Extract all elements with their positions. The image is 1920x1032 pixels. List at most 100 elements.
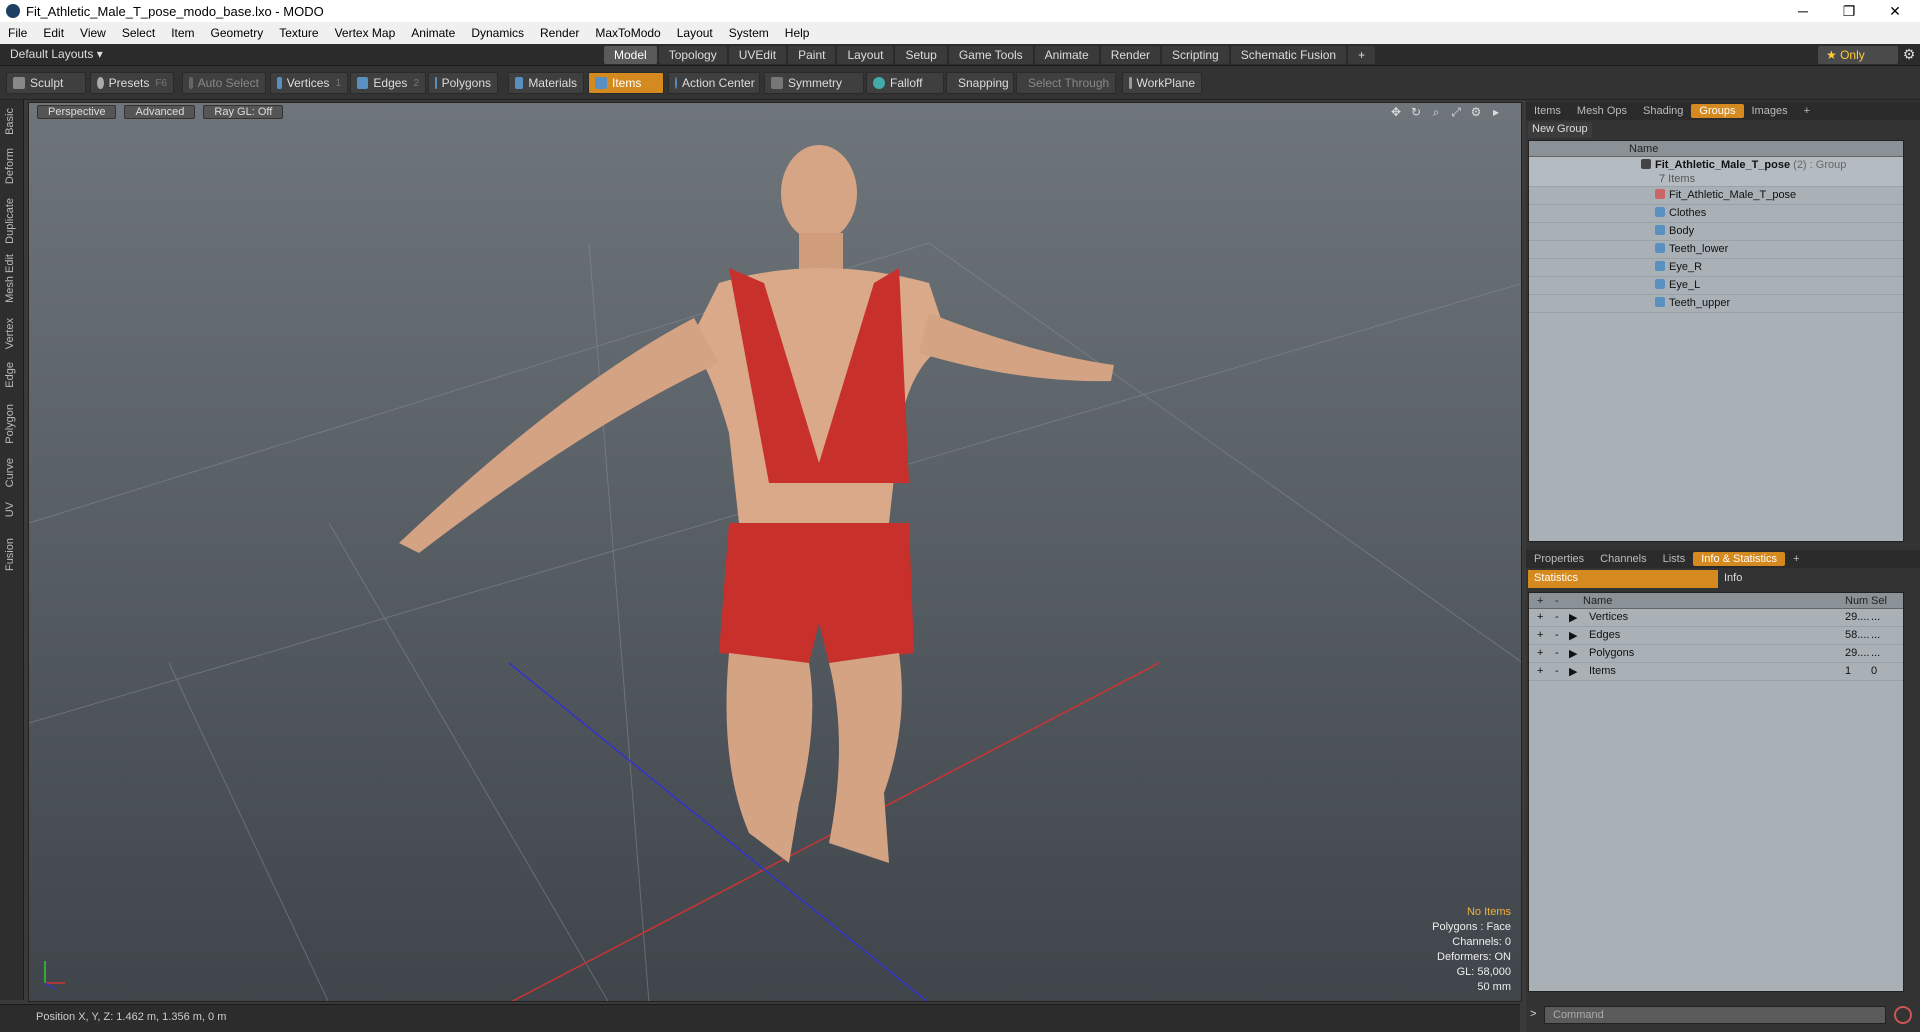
- collapse-minus-icon[interactable]: -: [1555, 665, 1559, 677]
- tree-item-row[interactable]: Eye_R: [1529, 259, 1903, 277]
- tab-images[interactable]: Images: [1744, 104, 1796, 118]
- menu-file[interactable]: File: [0, 26, 35, 40]
- tab-curve[interactable]: Curve: [4, 458, 16, 487]
- symmetry-button[interactable]: Symmetry: [764, 72, 864, 94]
- tree-item-row[interactable]: Teeth_upper: [1529, 295, 1903, 313]
- menu-view[interactable]: View: [72, 26, 114, 40]
- triangle-right-icon[interactable]: ▶: [1569, 629, 1577, 642]
- polygons-button[interactable]: Polygons: [428, 72, 498, 94]
- command-input[interactable]: Command: [1544, 1006, 1886, 1024]
- expand-plus-icon[interactable]: +: [1537, 665, 1543, 677]
- action-center-button[interactable]: Action Center: [668, 72, 760, 94]
- stats-row-vertices[interactable]: + - ▶ Vertices 29.... ...: [1529, 609, 1903, 627]
- new-group-button[interactable]: New Group: [1528, 122, 1592, 138]
- tab-mesh-edit[interactable]: Mesh Edit: [4, 254, 16, 303]
- tab-channels[interactable]: Channels: [1592, 552, 1654, 566]
- tab-render[interactable]: Render: [1100, 46, 1161, 64]
- statistics-tab[interactable]: Statistics: [1528, 570, 1718, 588]
- add-tab-button[interactable]: +: [1348, 46, 1376, 64]
- tab-groups[interactable]: Groups: [1691, 104, 1744, 118]
- tab-basic[interactable]: Basic: [4, 108, 16, 135]
- falloff-button[interactable]: Falloff: [866, 72, 944, 94]
- tab-polygon[interactable]: Polygon: [4, 404, 16, 444]
- triangle-right-icon[interactable]: ▶: [1569, 611, 1577, 624]
- tab-scripting[interactable]: Scripting: [1162, 46, 1229, 64]
- tab-vertex[interactable]: Vertex: [4, 318, 16, 349]
- tree-item-row[interactable]: Eye_L: [1529, 277, 1903, 295]
- tab-info-statistics[interactable]: Info & Statistics: [1693, 552, 1786, 566]
- presets-button[interactable]: Presets F6: [90, 72, 174, 94]
- menu-help[interactable]: Help: [777, 26, 818, 40]
- only-button[interactable]: ★ Only: [1818, 46, 1898, 64]
- materials-button[interactable]: Materials: [508, 72, 584, 94]
- triangle-right-icon[interactable]: ▶: [1569, 647, 1577, 660]
- add-bottom-tab-button[interactable]: +: [1785, 552, 1807, 566]
- menu-render[interactable]: Render: [532, 26, 587, 40]
- menu-vertex-map[interactable]: Vertex Map: [327, 26, 404, 40]
- collapse-minus-icon[interactable]: -: [1555, 629, 1559, 641]
- menu-texture[interactable]: Texture: [271, 26, 326, 40]
- collapse-minus-icon[interactable]: -: [1555, 647, 1559, 659]
- menu-animate[interactable]: Animate: [403, 26, 463, 40]
- layouts-dropdown[interactable]: Default Layouts ▾: [10, 47, 103, 61]
- triangle-right-icon[interactable]: ▶: [1569, 665, 1577, 678]
- tab-paint[interactable]: Paint: [788, 46, 836, 64]
- record-icon[interactable]: [1894, 1006, 1912, 1024]
- edges-button[interactable]: Edges 2: [350, 72, 426, 94]
- tab-items[interactable]: Items: [1526, 104, 1569, 118]
- tab-mesh-ops[interactable]: Mesh Ops: [1569, 104, 1635, 118]
- tab-edge[interactable]: Edge: [4, 362, 16, 388]
- tab-uv[interactable]: UV: [4, 502, 16, 517]
- tree-group-row[interactable]: Fit_Athletic_Male_T_pose (2) : Group 7 I…: [1529, 157, 1903, 187]
- tree-item-row[interactable]: Teeth_lower: [1529, 241, 1903, 259]
- 3d-viewport[interactable]: Perspective Advanced Ray GL: Off ✥ ↻ ⌕ ⤢…: [28, 102, 1522, 1002]
- stats-row-items[interactable]: + - ▶ Items 1 0: [1529, 663, 1903, 681]
- tree-item-row[interactable]: Body: [1529, 223, 1903, 241]
- vertices-button[interactable]: Vertices 1: [270, 72, 348, 94]
- menu-item[interactable]: Item: [163, 26, 202, 40]
- menu-system[interactable]: System: [721, 26, 777, 40]
- tab-layout[interactable]: Layout: [837, 46, 894, 64]
- menu-geometry[interactable]: Geometry: [203, 26, 272, 40]
- tab-uvedit[interactable]: UVEdit: [728, 46, 787, 64]
- no-items-label: No Items: [1466, 906, 1511, 918]
- expand-plus-icon[interactable]: +: [1537, 629, 1543, 641]
- select-through-button[interactable]: Select Through: [1016, 72, 1116, 94]
- tree-item-row[interactable]: Clothes: [1529, 205, 1903, 223]
- auto-select-button[interactable]: Auto Select: [182, 72, 266, 94]
- tab-schematic-fusion[interactable]: Schematic Fusion: [1230, 46, 1347, 64]
- menu-dynamics[interactable]: Dynamics: [463, 26, 532, 40]
- menu-edit[interactable]: Edit: [35, 26, 72, 40]
- tab-shading[interactable]: Shading: [1635, 104, 1691, 118]
- sculpt-button[interactable]: Sculpt: [6, 72, 86, 94]
- snapping-button[interactable]: Snapping: [946, 72, 1014, 94]
- tab-properties[interactable]: Properties: [1526, 552, 1592, 566]
- tab-lists[interactable]: Lists: [1655, 552, 1694, 566]
- expand-plus-icon[interactable]: +: [1537, 647, 1543, 659]
- tab-topology[interactable]: Topology: [658, 46, 727, 64]
- tab-game-tools[interactable]: Game Tools: [948, 46, 1033, 64]
- maximize-button[interactable]: ❐: [1826, 0, 1872, 22]
- tab-fusion[interactable]: Fusion: [4, 538, 16, 571]
- tab-deform[interactable]: Deform: [4, 148, 16, 184]
- stats-row-polygons[interactable]: + - ▶ Polygons 29.... ...: [1529, 645, 1903, 663]
- items-button[interactable]: Items: [588, 72, 664, 94]
- gear-icon[interactable]: ⚙: [1900, 46, 1918, 64]
- expand-plus-icon[interactable]: +: [1537, 611, 1543, 623]
- tab-model[interactable]: Model: [604, 46, 657, 64]
- add-panel-tab-button[interactable]: +: [1796, 104, 1818, 118]
- minimize-button[interactable]: ─: [1780, 0, 1826, 22]
- locator-icon: [1655, 189, 1665, 199]
- menu-layout[interactable]: Layout: [669, 26, 721, 40]
- tab-duplicate[interactable]: Duplicate: [4, 198, 16, 244]
- collapse-minus-icon[interactable]: -: [1555, 611, 1559, 623]
- info-tab[interactable]: Info: [1718, 570, 1748, 588]
- stats-row-edges[interactable]: + - ▶ Edges 58.... ...: [1529, 627, 1903, 645]
- menu-maxtomodo[interactable]: MaxToModo: [587, 26, 668, 40]
- menu-select[interactable]: Select: [114, 26, 163, 40]
- tab-setup[interactable]: Setup: [895, 46, 947, 64]
- tree-item-row[interactable]: Fit_Athletic_Male_T_pose: [1529, 187, 1903, 205]
- workplane-button[interactable]: WorkPlane: [1122, 72, 1202, 94]
- tab-animate[interactable]: Animate: [1034, 46, 1099, 64]
- close-button[interactable]: ✕: [1872, 0, 1918, 22]
